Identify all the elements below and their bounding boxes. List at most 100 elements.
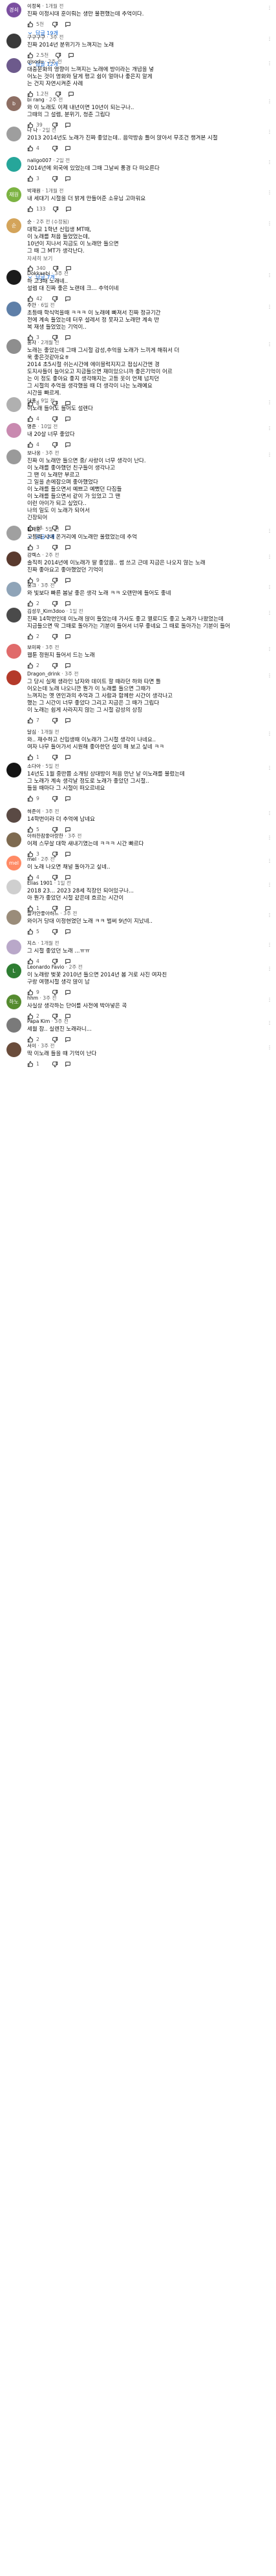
more-options-icon[interactable] [267, 856, 272, 865]
comment-time[interactable]: 1일 전 [58, 880, 71, 886]
comment-time[interactable]: 2개월 전 [41, 340, 59, 345]
avatar[interactable] [6, 302, 21, 316]
more-options-icon[interactable] [267, 58, 272, 67]
like-icon[interactable] [27, 442, 34, 448]
reply-icon[interactable] [65, 717, 71, 724]
more-options-icon[interactable] [267, 582, 272, 591]
reply-icon[interactable] [65, 796, 71, 802]
reply-icon[interactable] [65, 754, 71, 761]
more-options-icon[interactable] [267, 644, 272, 653]
like-icon[interactable] [27, 416, 34, 422]
like-icon[interactable] [27, 206, 34, 212]
comment-author[interactable]: 이정복 [27, 3, 41, 9]
like-icon[interactable] [27, 717, 34, 724]
more-options-icon[interactable] [267, 218, 272, 227]
comment-time[interactable]: 2주 전 [45, 552, 59, 558]
dislike-icon[interactable] [52, 442, 58, 448]
dislike-icon[interactable] [52, 21, 58, 28]
comment-time[interactable]: 10일 전 [41, 424, 58, 429]
more-options-icon[interactable] [267, 551, 272, 561]
avatar[interactable]: L [6, 963, 21, 978]
avatar[interactable] [6, 763, 21, 778]
avatar[interactable] [6, 339, 21, 354]
like-icon[interactable] [27, 601, 34, 607]
comment-time[interactable]: 2일 전 [43, 127, 56, 133]
comment-time[interactable]: 1개월 전 [45, 188, 63, 194]
dislike-icon[interactable] [52, 754, 58, 761]
comment-author[interactable]: 구구구구 [27, 34, 45, 40]
comment-time[interactable]: 3주 전 [68, 833, 81, 839]
more-options-icon[interactable] [267, 763, 272, 772]
more-options-icon[interactable] [267, 728, 272, 737]
avatar[interactable] [6, 526, 21, 541]
avatar[interactable] [6, 34, 21, 48]
avatar[interactable]: 순 [6, 218, 21, 233]
comment-time[interactable]: 1일 전 [69, 608, 83, 614]
comment-author[interactable]: naligo007 [27, 158, 52, 163]
like-icon[interactable] [27, 145, 34, 152]
more-options-icon[interactable] [267, 423, 272, 432]
comment-author[interactable]: Dragon_drink [27, 671, 60, 677]
comment-author[interactable]: 단풍 [27, 398, 36, 404]
comment-time[interactable]: 2주 전 (수정됨) [36, 219, 69, 225]
comment-time[interactable]: 3주 전 [50, 34, 63, 40]
dislike-icon[interactable] [52, 1061, 58, 1067]
comment-time[interactable]: 3주 전 [45, 644, 59, 650]
like-icon[interactable] [27, 176, 34, 182]
comment-time[interactable]: 1개월 전 [41, 729, 59, 735]
avatar[interactable] [6, 127, 21, 141]
dislike-icon[interactable] [52, 634, 58, 640]
comment-author[interactable]: 나 나 [27, 127, 37, 133]
reply-icon[interactable] [65, 601, 71, 607]
more-options-icon[interactable] [267, 187, 272, 196]
dislike-icon[interactable] [52, 176, 58, 182]
reply-icon[interactable] [65, 544, 71, 551]
dislike-icon[interactable] [52, 145, 58, 152]
comment-author[interactable]: 지스 [27, 940, 36, 946]
avatar[interactable] [6, 644, 21, 659]
avatar[interactable] [6, 880, 21, 894]
comment-author[interactable]: 김재훈 [27, 526, 41, 532]
comment-author[interactable]: Leonardo Favio [27, 964, 64, 970]
comment-author[interactable]: 뭉크 [27, 582, 36, 588]
more-options-icon[interactable] [267, 3, 272, 12]
comment-author[interactable]: 주안 [27, 302, 36, 308]
dislike-icon[interactable] [52, 206, 59, 212]
comment-time[interactable]: 2주 전 [41, 856, 54, 862]
comment-author[interactable]: hhm [27, 995, 38, 1001]
comment-author[interactable]: 순 [27, 219, 32, 225]
comment-author[interactable]: Dokkaebi [27, 271, 50, 276]
dislike-icon[interactable] [52, 796, 58, 802]
more-options-icon[interactable] [267, 910, 272, 919]
reply-icon[interactable] [65, 663, 71, 669]
more-options-icon[interactable] [267, 526, 272, 535]
comment-author[interactable]: Papa Kim [27, 1018, 50, 1024]
comment-author[interactable]: 서이 [27, 1043, 36, 1049]
like-icon[interactable] [27, 929, 34, 935]
like-icon[interactable] [27, 754, 34, 761]
avatar[interactable] [6, 1042, 21, 1057]
dislike-icon[interactable] [52, 416, 58, 422]
like-icon[interactable] [27, 796, 34, 802]
avatar[interactable] [6, 808, 21, 823]
comment-author[interactable]: 홍자 [27, 340, 36, 345]
comment-author[interactable]: 달심 [27, 729, 36, 735]
avatar[interactable]: mel [6, 856, 21, 871]
more-options-icon[interactable] [267, 397, 272, 406]
comment-time[interactable]: 6일 전 [41, 302, 54, 308]
more-options-icon[interactable] [267, 270, 272, 279]
avatar[interactable] [6, 1018, 21, 1033]
dislike-icon[interactable] [52, 929, 58, 935]
more-options-icon[interactable] [267, 880, 272, 889]
more-options-icon[interactable] [267, 608, 272, 617]
reply-icon[interactable] [65, 145, 71, 152]
comment-author[interactable]: mel [27, 856, 36, 862]
comment-author[interactable]: Elias 1901 [27, 880, 52, 886]
avatar[interactable] [6, 270, 21, 285]
comment-author[interactable]: 아하한참좋아랑한 [27, 833, 63, 839]
comment-time[interactable]: 3주 전 [45, 809, 59, 814]
more-options-icon[interactable] [267, 963, 272, 973]
comment-author[interactable]: 혀준이 [27, 809, 41, 814]
avatar[interactable] [6, 397, 21, 412]
reply-icon[interactable] [65, 442, 71, 448]
